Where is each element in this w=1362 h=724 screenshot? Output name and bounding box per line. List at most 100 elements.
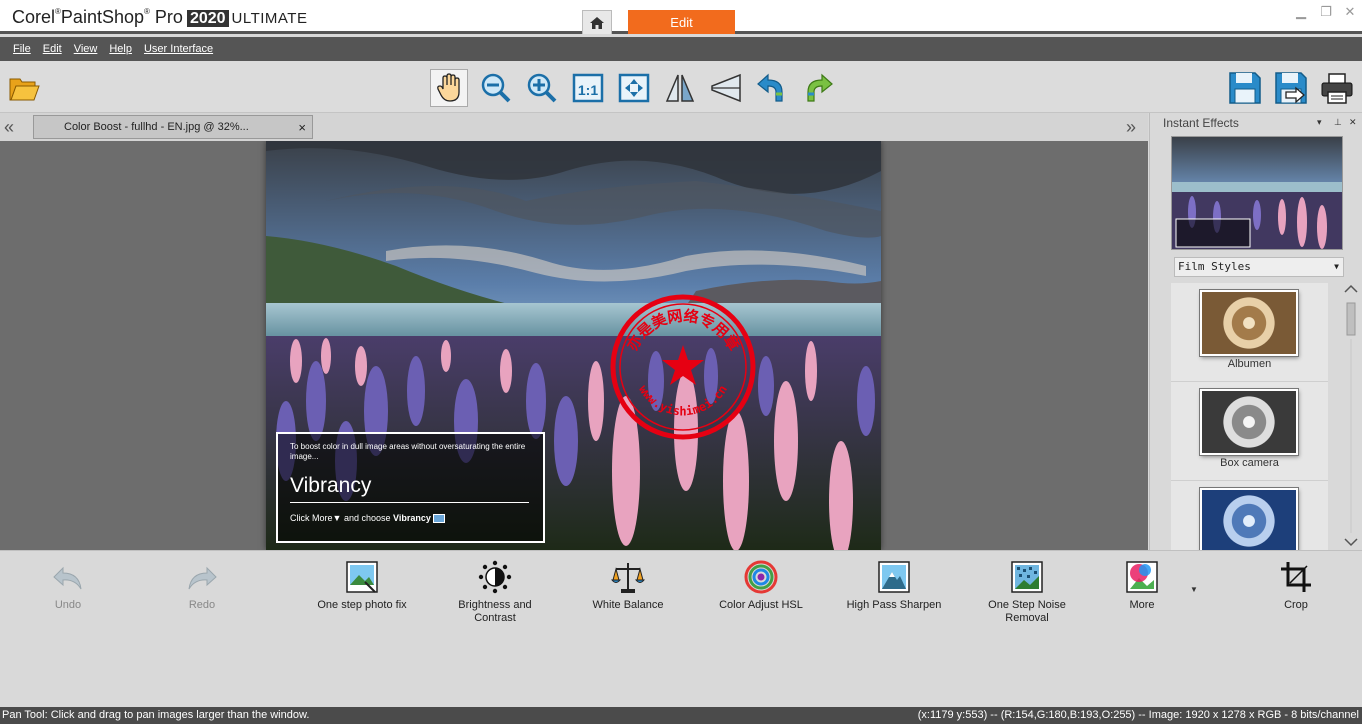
- effect-hint: Click More▼ and choose Vibrancy: [290, 513, 446, 524]
- preview-thumbnail: [1172, 137, 1342, 249]
- flip-vertical-icon: [711, 73, 741, 103]
- close-panel-icon[interactable]: ✕: [1349, 117, 1357, 128]
- more-effects-icon: [1126, 561, 1158, 593]
- undo-button[interactable]: Undo: [46, 559, 90, 612]
- more-label: More: [1129, 599, 1155, 611]
- status-image-info: (x:1179 y:553) -- (R:154,G:180,B:193,O:2…: [917, 709, 1359, 721]
- fit-window-button[interactable]: [615, 69, 653, 107]
- zoom-in-button[interactable]: [523, 69, 561, 107]
- effect-box-camera[interactable]: Box camera: [1171, 382, 1328, 481]
- save-icon: [1229, 72, 1261, 104]
- watermark-stamp: 亦是美网络专用章 www.yishimei.cn: [610, 294, 756, 440]
- redo-button[interactable]: Redo: [180, 559, 224, 612]
- undo-icon: [53, 566, 82, 590]
- effect-category-select[interactable]: Film Styles ▼: [1174, 257, 1344, 277]
- flip-vertical-button[interactable]: [707, 69, 745, 107]
- main-toolbar: 1:1: [0, 61, 1362, 113]
- photo-fix-icon: [346, 561, 378, 593]
- minimize-icon[interactable]: ▁: [1293, 4, 1309, 19]
- rotate-right-button[interactable]: [799, 69, 837, 107]
- instant-effects-panel: Instant Effects ▾ ⊥ ✕ Film Styles ▼ Album…: [1149, 113, 1362, 550]
- actual-size-button[interactable]: 1:1: [569, 69, 607, 107]
- albumen-thumbnail: [1200, 290, 1298, 356]
- photo[interactable]: To boost color in dull image areas witho…: [266, 141, 881, 550]
- brightness-contrast-button[interactable]: Brightness and Contrast: [455, 559, 535, 625]
- version-badge: 2020: [186, 10, 229, 27]
- menu-help[interactable]: Help: [109, 43, 132, 55]
- home-tab[interactable]: [582, 10, 612, 34]
- menu-file[interactable]: File: [13, 43, 31, 55]
- effect-description: To boost color in dull image areas witho…: [290, 442, 526, 461]
- rotate-left-icon: [757, 73, 783, 102]
- chevron-down-icon: ▼: [1334, 262, 1339, 271]
- pan-hand-icon: [437, 73, 460, 102]
- white-balance-icon: [611, 563, 645, 593]
- document-tab-title: Color Boost - fullhd - EN.jpg @ 32%...: [64, 121, 249, 133]
- rotate-right-icon: [807, 73, 833, 102]
- app-brand: Corel®PaintShop® Pro 2020 ULTIMATE: [12, 7, 308, 27]
- sharpen-icon: [878, 561, 910, 593]
- high-pass-sharpen-button[interactable]: High Pass Sharpen: [845, 559, 943, 612]
- zoom-in-icon: [527, 73, 557, 103]
- adjustments-bar: Undo Redo One step photo fix Brightness …: [0, 550, 1362, 707]
- effect-cyanotype[interactable]: [1171, 481, 1328, 550]
- tab-scroll-left-icon[interactable]: «: [4, 117, 14, 138]
- restore-icon[interactable]: ❐: [1318, 4, 1334, 19]
- divider: [290, 502, 529, 503]
- save-button[interactable]: [1226, 69, 1264, 107]
- white-balance-button[interactable]: White Balance: [590, 559, 666, 612]
- image-canvas[interactable]: To boost color in dull image areas witho…: [0, 141, 1148, 550]
- zoom-out-button[interactable]: [477, 69, 515, 107]
- tab-edit[interactable]: Edit: [628, 10, 735, 34]
- color-adjust-label: Color Adjust HSL: [719, 599, 803, 611]
- print-button[interactable]: [1318, 69, 1356, 107]
- open-button[interactable]: [5, 69, 43, 107]
- effect-info-overlay: To boost color in dull image areas witho…: [276, 432, 545, 543]
- crop-icon: [1281, 562, 1311, 592]
- status-bar: Pan Tool: Click and drag to pan images l…: [0, 707, 1362, 724]
- save-as-button[interactable]: [1272, 69, 1310, 107]
- svg-text:1:1: 1:1: [578, 82, 598, 98]
- cyanotype-thumbnail: [1200, 488, 1298, 550]
- menu-bar: File Edit View Help User Interface: [0, 37, 1362, 61]
- effects-list: Albumen Box camera: [1171, 283, 1328, 550]
- svg-text:www.yishimei.cn: www.yishimei.cn: [636, 383, 730, 419]
- pan-tool-button[interactable]: [430, 69, 468, 107]
- rotate-left-button[interactable]: [753, 69, 791, 107]
- effects-scrollbar[interactable]: [1343, 283, 1359, 550]
- close-document-icon[interactable]: ×: [298, 120, 306, 135]
- noise-removal-button[interactable]: One Step Noise Removal: [986, 559, 1068, 625]
- box-camera-thumbnail: [1200, 389, 1298, 455]
- pin-icon[interactable]: ⊥: [1334, 117, 1342, 128]
- redo-label: Redo: [188, 599, 216, 611]
- status-message: Pan Tool: Click and drag to pan images l…: [2, 709, 310, 721]
- tab-scroll-right-icon[interactable]: »: [1126, 117, 1136, 138]
- flip-horizontal-button[interactable]: [661, 69, 699, 107]
- color-adjust-hsl-button[interactable]: Color Adjust HSL: [717, 559, 805, 612]
- effect-albumen[interactable]: Albumen: [1171, 283, 1328, 382]
- crop-button[interactable]: Crop: [1276, 559, 1316, 612]
- panel-title: Instant Effects: [1163, 116, 1239, 130]
- fit-window-icon: [618, 73, 650, 103]
- save-as-icon: [1275, 72, 1307, 104]
- effect-label: Albumen: [1227, 358, 1272, 370]
- brightness-label: Brightness and Contrast: [458, 599, 532, 624]
- close-window-icon[interactable]: ✕: [1342, 4, 1358, 19]
- more-dropdown-icon[interactable]: ▼: [1190, 585, 1198, 594]
- menu-edit[interactable]: Edit: [43, 43, 62, 55]
- photo-fix-label: One step photo fix: [317, 599, 407, 611]
- redo-icon: [188, 566, 217, 590]
- menu-view[interactable]: View: [74, 43, 98, 55]
- document-tab[interactable]: Color Boost - fullhd - EN.jpg @ 32%... ×: [33, 115, 313, 139]
- white-balance-label: White Balance: [592, 599, 664, 611]
- effect-heading: Vibrancy: [290, 474, 372, 497]
- one-step-photo-fix-button[interactable]: One step photo fix: [312, 559, 412, 612]
- home-icon: [590, 16, 604, 29]
- effect-preview: [1171, 136, 1343, 250]
- actual-size-icon: 1:1: [572, 73, 604, 103]
- vibrancy-icon: [433, 514, 446, 524]
- panel-menu-icon[interactable]: ▾: [1317, 117, 1322, 128]
- crop-label: Crop: [1284, 599, 1308, 611]
- menu-user-interface[interactable]: User Interface: [144, 43, 213, 55]
- more-button[interactable]: More: [1120, 559, 1164, 612]
